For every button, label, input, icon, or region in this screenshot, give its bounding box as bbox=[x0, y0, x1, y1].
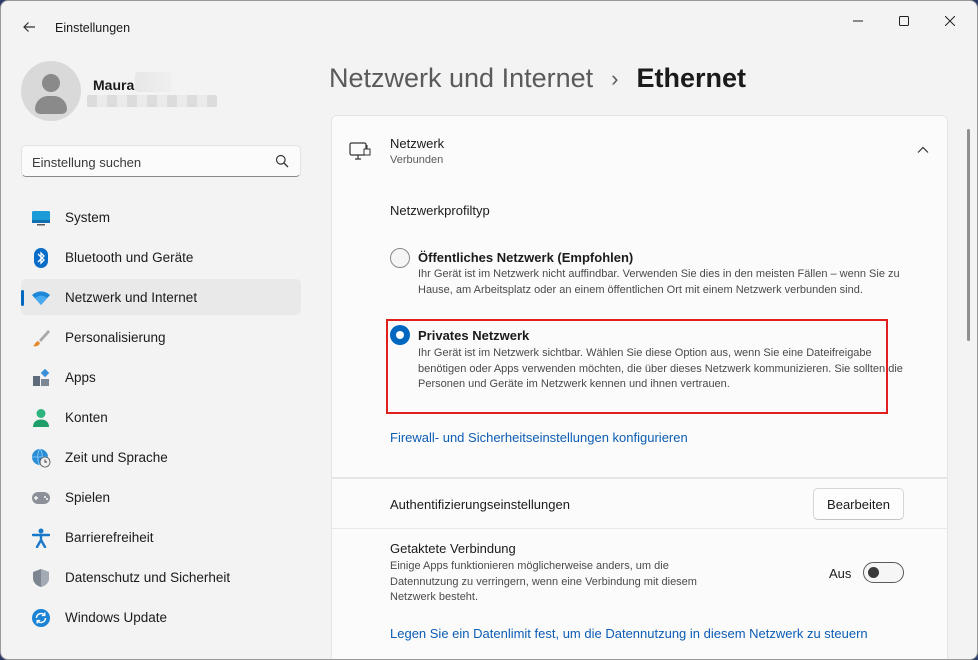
network-card-header[interactable]: Netzwerk Verbunden bbox=[331, 115, 948, 184]
edit-button[interactable]: Bearbeiten bbox=[813, 488, 904, 520]
title-bar: Einstellungen bbox=[1, 1, 977, 45]
gamepad-icon bbox=[31, 488, 51, 508]
auth-settings-row: Authentifizierungseinstellungen Bearbeit… bbox=[331, 478, 948, 529]
sidebar-item-system[interactable]: System bbox=[21, 199, 301, 235]
auth-settings-label: Authentifizierungseinstellungen bbox=[390, 497, 570, 512]
sidebar-item-time-language[interactable]: Zeit und Sprache bbox=[21, 439, 301, 475]
network-profile-section: Netzwerkprofiltyp Öffentliches Netzwerk … bbox=[331, 183, 948, 478]
back-button[interactable] bbox=[15, 13, 43, 41]
avatar-head-icon bbox=[42, 74, 60, 92]
breadcrumb-parent[interactable]: Netzwerk und Internet bbox=[329, 63, 593, 94]
sidebar-item-label: Datenschutz und Sicherheit bbox=[65, 569, 231, 585]
toggle-knob bbox=[868, 567, 879, 578]
close-button[interactable] bbox=[927, 9, 973, 33]
metered-description: Einige Apps funktionieren möglicherweise… bbox=[390, 560, 697, 603]
sidebar-item-label: Barrierefreiheit bbox=[65, 529, 154, 545]
option-public-description: Ihr Gerät ist im Netzwerk nicht auffindb… bbox=[418, 268, 900, 296]
metered-connection-section: Getaktete Verbindung Einige Apps funktio… bbox=[331, 528, 948, 659]
minimize-icon bbox=[853, 20, 863, 22]
sidebar-nav: System Bluetooth und Geräte Netzwerk und… bbox=[21, 199, 301, 639]
update-icon bbox=[31, 608, 51, 628]
option-private-description: Ihr Gerät ist im Netzwerk sichtbar. Wähl… bbox=[418, 347, 903, 390]
option-public-title: Öffentliches Netzwerk (Empfohlen) bbox=[418, 250, 634, 265]
sidebar-item-label: Personalisierung bbox=[65, 329, 166, 345]
apps-icon bbox=[31, 368, 51, 388]
sidebar-item-gaming[interactable]: Spielen bbox=[21, 479, 301, 515]
maximize-icon bbox=[899, 16, 909, 26]
sidebar-item-label: Netzwerk und Internet bbox=[65, 289, 198, 305]
shield-icon bbox=[31, 568, 51, 588]
profile-type-label: Netzwerkprofiltyp bbox=[390, 203, 490, 218]
sidebar-item-network[interactable]: Netzwerk und Internet bbox=[21, 279, 301, 315]
firewall-settings-link[interactable]: Firewall- und Sicherheitseinstellungen k… bbox=[390, 430, 688, 445]
sidebar-item-label: System bbox=[65, 209, 111, 225]
app-title: Einstellungen bbox=[55, 21, 131, 35]
avatar-body-icon bbox=[35, 96, 67, 114]
accessibility-icon bbox=[31, 528, 51, 548]
avatar bbox=[21, 61, 81, 121]
network-status: Verbunden bbox=[390, 154, 444, 166]
user-name: Maura bbox=[93, 77, 135, 93]
page-title: Ethernet bbox=[636, 63, 746, 93]
redacted-name bbox=[135, 72, 171, 92]
chevron-right-icon: › bbox=[611, 65, 619, 91]
metered-title: Getaktete Verbindung bbox=[390, 541, 516, 556]
search-icon[interactable] bbox=[275, 154, 289, 168]
metered-toggle[interactable] bbox=[863, 562, 904, 583]
close-icon bbox=[945, 16, 955, 26]
data-limit-link[interactable]: Legen Sie ein Datenlimit fest, um die Da… bbox=[390, 626, 868, 641]
sidebar-item-privacy[interactable]: Datenschutz und Sicherheit bbox=[21, 559, 301, 595]
sidebar-item-apps[interactable]: Apps bbox=[21, 359, 301, 395]
scrollbar[interactable] bbox=[967, 129, 970, 341]
globe-clock-icon bbox=[31, 448, 51, 468]
sidebar-item-bluetooth[interactable]: Bluetooth und Geräte bbox=[21, 239, 301, 275]
ethernet-pc-icon bbox=[349, 142, 371, 160]
sidebar-item-label: Apps bbox=[65, 369, 96, 385]
sidebar-item-label: Spielen bbox=[65, 489, 111, 505]
sidebar-item-label: Konten bbox=[65, 409, 108, 425]
sidebar-item-label: Bluetooth und Geräte bbox=[65, 249, 194, 265]
wifi-icon bbox=[31, 288, 51, 308]
account-icon bbox=[31, 408, 51, 428]
sidebar-item-personalization[interactable]: Personalisierung bbox=[21, 319, 301, 355]
chevron-up-icon[interactable] bbox=[916, 143, 930, 157]
bluetooth-icon bbox=[31, 248, 51, 268]
option-private-title: Privates Netzwerk bbox=[418, 328, 530, 343]
minimize-button[interactable] bbox=[835, 9, 881, 33]
system-icon bbox=[31, 208, 51, 228]
search-input[interactable] bbox=[32, 152, 262, 172]
search-box[interactable] bbox=[21, 145, 301, 177]
network-title: Netzwerk bbox=[390, 136, 445, 151]
breadcrumb: Netzwerk und Internet › Ethernet bbox=[329, 63, 746, 94]
radio-private-network[interactable] bbox=[390, 325, 410, 345]
sidebar-item-accessibility[interactable]: Barrierefreiheit bbox=[21, 519, 301, 555]
arrow-left-icon bbox=[23, 22, 35, 32]
maximize-button[interactable] bbox=[881, 9, 927, 33]
toggle-state-label: Aus bbox=[829, 566, 852, 581]
sidebar-item-accounts[interactable]: Konten bbox=[21, 399, 301, 435]
settings-window: Einstellungen Maura System bbox=[0, 0, 978, 660]
redacted-email bbox=[87, 95, 217, 107]
sidebar-item-windows-update[interactable]: Windows Update bbox=[21, 599, 301, 635]
sidebar-item-label: Zeit und Sprache bbox=[65, 449, 168, 465]
radio-public-network[interactable] bbox=[390, 248, 410, 268]
sidebar-item-label: Windows Update bbox=[65, 609, 168, 625]
brush-icon bbox=[31, 328, 51, 348]
